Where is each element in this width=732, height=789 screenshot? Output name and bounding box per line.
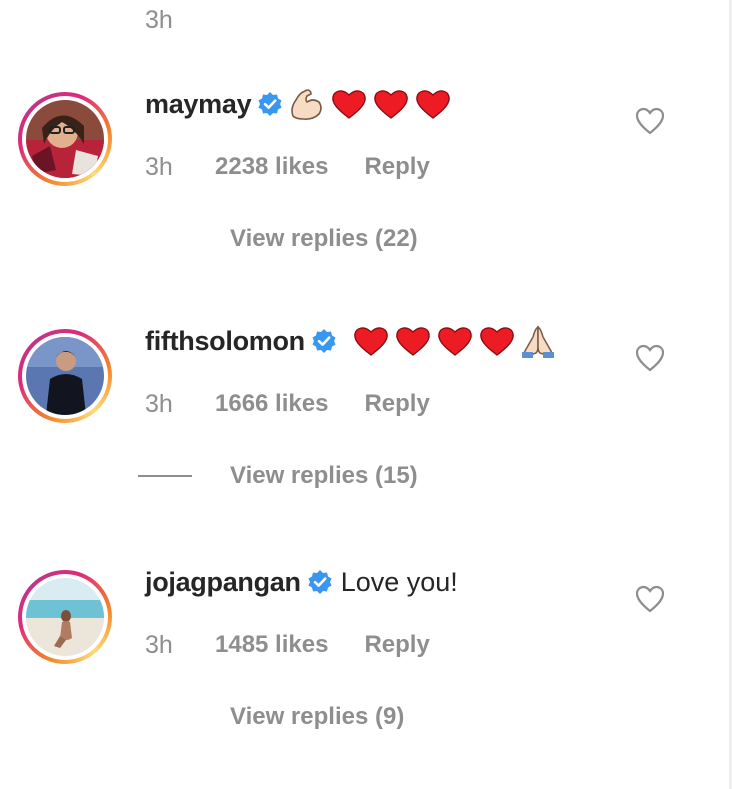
like-heart-icon[interactable] bbox=[634, 343, 666, 373]
view-replies-label: View replies (15) bbox=[230, 462, 418, 489]
comment-meta: 3h 2238 likes Reply bbox=[145, 152, 430, 182]
comment-meta: 3h 1485 likes Reply bbox=[145, 630, 430, 660]
comment-time[interactable]: 3h bbox=[145, 153, 215, 182]
comment-item: fifthsolomon 3h 1666 likes Reply View re… bbox=[0, 321, 732, 551]
red-heart-icon bbox=[479, 325, 515, 357]
replies-divider bbox=[138, 238, 192, 240]
view-replies-button[interactable]: View replies (22) bbox=[138, 224, 418, 254]
replies-divider bbox=[138, 475, 192, 477]
comment-header: maymay bbox=[145, 84, 451, 124]
red-heart-icon bbox=[437, 325, 473, 357]
view-replies-label: View replies (22) bbox=[230, 225, 418, 252]
folded-hands-icon bbox=[519, 323, 557, 359]
flexed-biceps-icon bbox=[287, 86, 325, 122]
like-heart-icon[interactable] bbox=[634, 106, 666, 136]
red-heart-icon bbox=[415, 88, 451, 120]
reply-button[interactable]: Reply bbox=[364, 153, 429, 181]
avatar[interactable] bbox=[18, 329, 112, 423]
red-heart-icon bbox=[331, 88, 367, 120]
likes-count[interactable]: 1666 likes bbox=[215, 390, 328, 418]
previous-comment-time: 3h bbox=[145, 6, 173, 34]
replies-divider bbox=[138, 716, 192, 718]
comment-header: jojagpangan Love you! bbox=[145, 562, 458, 602]
comment-text: Love you! bbox=[340, 566, 458, 597]
view-replies-label: View replies (9) bbox=[230, 703, 405, 730]
red-heart-icon bbox=[395, 325, 431, 357]
red-heart-icon bbox=[353, 325, 389, 357]
likes-count[interactable]: 1485 likes bbox=[215, 631, 328, 659]
verified-badge-icon bbox=[257, 91, 283, 117]
comment-header: fifthsolomon bbox=[145, 321, 557, 361]
view-replies-button[interactable]: View replies (15) bbox=[138, 461, 418, 491]
comment-time[interactable]: 3h bbox=[145, 631, 215, 660]
avatar-photo bbox=[26, 100, 104, 178]
avatar[interactable] bbox=[18, 570, 112, 664]
comments-panel: 3h maymay 3h 2238 likes Reply View repli… bbox=[0, 0, 732, 789]
username[interactable]: jojagpangan bbox=[145, 567, 301, 598]
avatar[interactable] bbox=[18, 92, 112, 186]
red-heart-icon bbox=[373, 88, 409, 120]
avatar-photo bbox=[26, 578, 104, 656]
view-replies-button[interactable]: View replies (9) bbox=[138, 702, 404, 732]
reply-button[interactable]: Reply bbox=[364, 631, 429, 659]
verified-badge-icon bbox=[307, 569, 333, 595]
username[interactable]: maymay bbox=[145, 89, 252, 120]
comment-meta: 3h 1666 likes Reply bbox=[145, 389, 430, 419]
username[interactable]: fifthsolomon bbox=[145, 326, 305, 357]
comment-item: maymay 3h 2238 likes Reply View replies … bbox=[0, 84, 732, 314]
comment-item: jojagpangan Love you! 3h 1485 likes Repl… bbox=[0, 562, 732, 789]
comment-time[interactable]: 3h bbox=[145, 390, 215, 419]
avatar-photo bbox=[26, 337, 104, 415]
like-heart-icon[interactable] bbox=[634, 584, 666, 614]
verified-badge-icon bbox=[311, 328, 337, 354]
reply-button[interactable]: Reply bbox=[364, 390, 429, 418]
likes-count[interactable]: 2238 likes bbox=[215, 153, 328, 181]
